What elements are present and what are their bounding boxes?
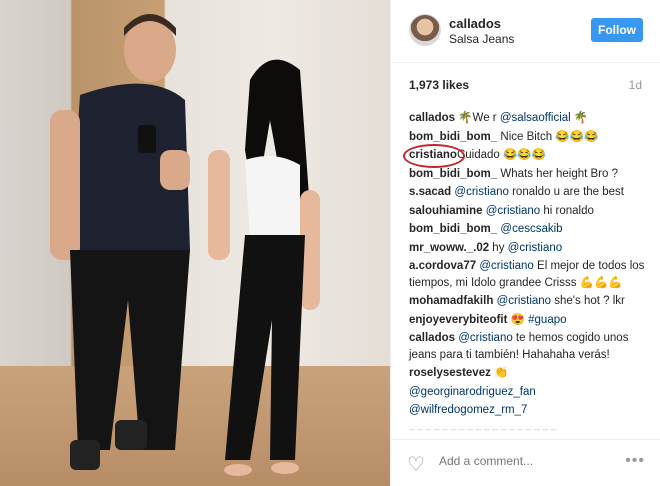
comment-text: Nice Bitch 😂😂😂 — [497, 130, 599, 143]
comment-username[interactable]: a.cordova77 — [409, 260, 476, 272]
comment-text: she's hot ? lkr — [551, 295, 625, 307]
comment-row: mohamadfakilh @cristiano she's hot ? lkr — [409, 293, 649, 310]
post-photo[interactable] — [0, 0, 390, 486]
post-username[interactable]: callados — [449, 16, 501, 31]
comment-row: @georginarodriguez_fan — [409, 384, 649, 401]
comment-mention[interactable]: @cristiano — [497, 295, 552, 307]
likes-count[interactable]: 1,973 likes — [409, 78, 469, 92]
comment-row: a.cordova77 @cristiano El mejor de todos… — [409, 258, 649, 291]
follow-button[interactable]: Follow — [591, 18, 643, 42]
comment-text: 👏 — [490, 367, 509, 379]
post-header: callados Salsa Jeans Follow — [391, 0, 660, 63]
comment-text: Cuidado 😂😂😂 — [456, 149, 546, 161]
comment-list: callados 🌴We r @salsaofficial 🌴 bom_bidi_… — [403, 110, 649, 431]
comment-row: cristianoCuidado 😂😂😂 — [403, 144, 649, 168]
comment-username[interactable]: salouhiamine — [409, 205, 483, 217]
comment-text: hi ronaldo — [540, 204, 594, 217]
comment-mention[interactable]: @cristiano — [508, 242, 563, 254]
post-location[interactable]: Salsa Jeans — [449, 32, 514, 46]
clipped-comment: _ _ _ _ _ _ _ _ _ _ _ _ _ _ _ _ _ _ — [409, 420, 557, 431]
more-options-icon[interactable]: ••• — [625, 452, 645, 470]
comment-mention[interactable]: #guapo — [528, 314, 566, 326]
post-sidebar: callados Salsa Jeans Follow 1,973 likes … — [390, 0, 660, 486]
add-comment-input[interactable] — [437, 453, 611, 469]
comment-row: bom_bidi_bom_ Whats her height Bro ? — [409, 166, 649, 183]
comment-row: bom_bidi_bom_ Nice Bitch 😂😂😂 — [409, 129, 649, 146]
comment-row: callados @cristiano te hemos cogido unos… — [409, 330, 649, 363]
comment-username[interactable]: enjoyeverybiteofit — [409, 314, 507, 326]
comment-row: @wilfredogomez_rm_7 — [409, 402, 649, 419]
comment-mention[interactable]: @salsaofficial — [500, 112, 571, 124]
comment-username[interactable]: mr_woww._.02 — [409, 242, 489, 254]
comment-mention[interactable]: @cristiano — [458, 332, 513, 344]
comment-mention[interactable]: @cristiano — [479, 260, 534, 272]
comment-text: ronaldo u are the best — [508, 186, 624, 198]
comment-row: callados 🌴We r @salsaofficial 🌴 — [409, 110, 649, 127]
post-time[interactable]: 1d — [629, 78, 642, 92]
add-comment-bar: ♡ ••• — [391, 439, 660, 486]
comment-username[interactable]: roselysestevez — [409, 367, 491, 379]
avatar[interactable] — [409, 14, 441, 46]
heart-icon[interactable]: ♡ — [407, 452, 425, 477]
comment-username[interactable]: callados — [409, 332, 455, 344]
comment-username[interactable]: bom_bidi_bom_ — [409, 131, 497, 143]
comment-username[interactable]: bom_bidi_bom_ — [409, 223, 497, 235]
comment-row: enjoyeverybiteofit 😍 #guapo — [409, 312, 649, 329]
comment-text: 🌴 — [570, 112, 589, 124]
comment-mention[interactable]: @cristiano — [454, 186, 509, 198]
comment-mention[interactable]: @wilfredogomez_rm_7 — [409, 404, 527, 416]
post-meta: 1,973 likes 1d — [409, 78, 642, 94]
comment-text: hy — [489, 241, 508, 254]
comment-row: salouhiamine @cristiano hi ronaldo — [409, 203, 649, 220]
comment-username[interactable]: bom_bidi_bom_ — [409, 168, 497, 180]
comment-text: 😍 — [507, 313, 529, 326]
comment-mention[interactable]: @cristiano — [486, 205, 541, 217]
comment-username[interactable]: callados — [409, 112, 455, 124]
comment-row: roselysestevez 👏 — [409, 365, 649, 382]
comment-row: bom_bidi_bom_ @cescsakib — [409, 221, 649, 238]
highlighted-comment-username[interactable]: cristiano — [403, 144, 465, 168]
comment-username[interactable]: mohamadfakilh — [409, 295, 493, 307]
instagram-post: callados Salsa Jeans Follow 1,973 likes … — [0, 0, 660, 486]
comment-text: 🌴We r — [455, 112, 500, 124]
comment-username[interactable]: s.sacad — [409, 186, 451, 198]
comment-text: Whats her height Bro ? — [497, 167, 618, 180]
comment-mention[interactable]: @georginarodriguez_fan — [409, 386, 536, 398]
comment-row: mr_woww._.02 hy @cristiano — [409, 240, 649, 257]
photo-figures — [50, 14, 320, 476]
comment-row: s.sacad @cristiano ronaldo u are the bes… — [409, 184, 649, 201]
comment-mention[interactable]: @cescsakib — [500, 223, 562, 235]
